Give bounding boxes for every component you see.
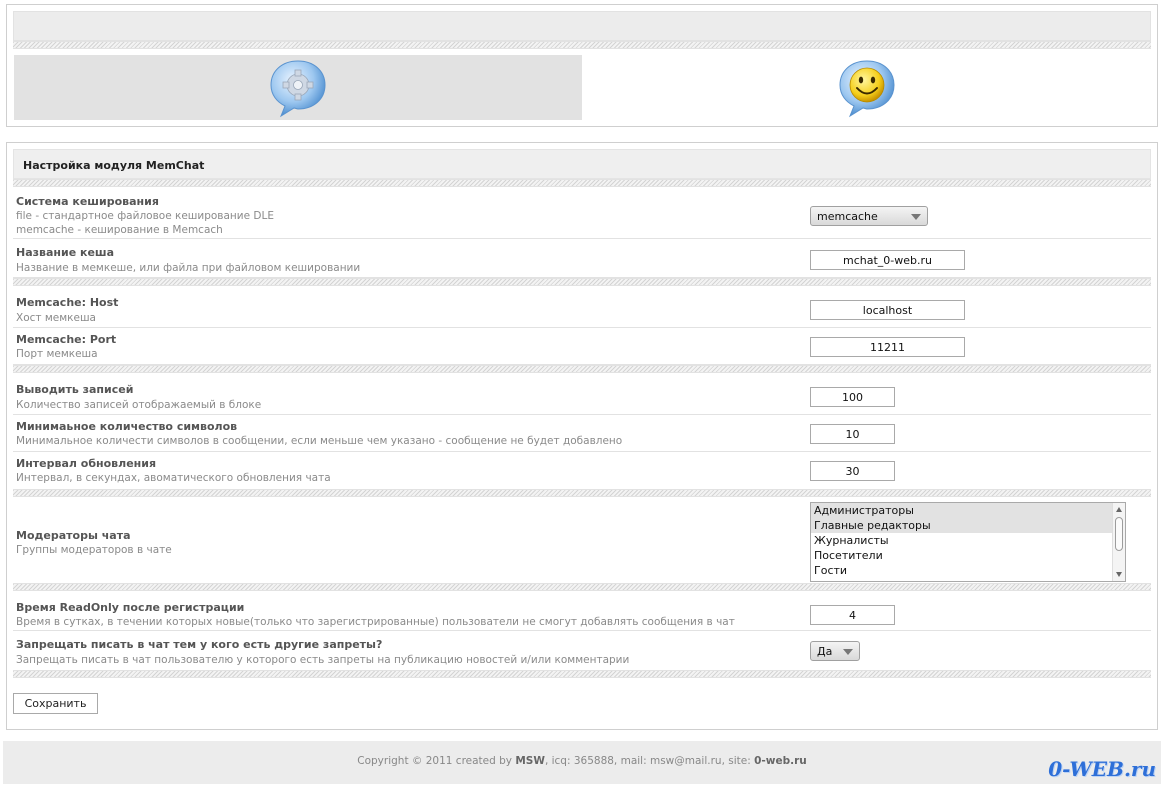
setting-description: file - стандартное файловое кеширование … [16, 210, 274, 222]
setting-description: Группы модераторов в чате [16, 544, 172, 556]
setting-description: Минимальное количести символов в сообщен… [16, 435, 623, 447]
setting-label: Минимаьное количество символов [16, 420, 238, 433]
nav-chat-tab[interactable] [582, 55, 1151, 120]
moderator-option[interactable]: Администраторы [811, 503, 1112, 518]
settings-panel: Настройка модуля MemChat Система кеширов… [6, 142, 1158, 730]
setting-label: Модераторы чата [16, 529, 131, 542]
top-divider [13, 41, 1151, 49]
chevron-down-icon [911, 214, 921, 220]
memcache-host-input[interactable] [810, 300, 965, 320]
footer-author: MSW [515, 755, 545, 767]
panel-title: Настройка модуля MemChat [13, 149, 1151, 179]
moderators-multiselect[interactable]: Администраторы Главные редакторы Журнали… [810, 502, 1126, 582]
setting-row-min-chars: Минимаьное количество символов Минимальн… [13, 416, 1151, 452]
brand-logo: 0-WEB.ru [1048, 757, 1156, 781]
readonly-days-input[interactable] [810, 605, 895, 625]
setting-description: Порт мемкеша [16, 348, 98, 360]
setting-row-moderators: Модераторы чата Группы модераторов в чат… [13, 499, 1151, 583]
setting-label: Название кеша [16, 246, 115, 259]
top-header-bar [13, 11, 1151, 41]
scroll-thumb[interactable] [1115, 517, 1123, 551]
setting-row-cache-system: Система кеширования file - стандартное ф… [13, 189, 1151, 239]
footer-site-link[interactable]: 0-web.ru [754, 755, 807, 767]
refresh-interval-input[interactable] [810, 461, 895, 481]
listbox-scrollbar[interactable] [1112, 503, 1125, 581]
section-divider [13, 583, 1151, 591]
setting-description: Количество записей отображаемый в блоке [16, 399, 262, 411]
records-input[interactable] [810, 387, 895, 407]
save-button[interactable]: Сохранить [13, 693, 98, 714]
nav-settings-tab[interactable] [14, 55, 582, 120]
setting-row-cache-name: Название кеша Название в мемкеше, или фа… [13, 240, 1151, 278]
setting-row-memcache-port: Memcache: Port Порт мемкеша [13, 329, 1151, 365]
setting-description: Название в мемкеше, или файла при файлов… [16, 262, 361, 274]
chevron-down-icon [843, 649, 853, 655]
moderator-option[interactable]: Посетители [811, 548, 1112, 563]
setting-label: Система кеширования [16, 195, 159, 208]
setting-row-ban-other: Запрещать писать в чат тем у кого есть д… [13, 632, 1151, 670]
footer-copyright: Copyright © 2011 created by [357, 755, 516, 767]
moderator-option[interactable]: Журналисты [811, 533, 1112, 548]
select-value: Да [817, 645, 833, 658]
setting-description: Запрещать писать в чат пользователю у ко… [16, 654, 630, 666]
setting-description: memcache - кеширование в Memcach [16, 224, 223, 236]
section-divider [13, 179, 1151, 187]
section-divider [13, 489, 1151, 497]
setting-label: Выводить записей [16, 383, 134, 396]
footer-contacts: , icq: 365888, mail: msw@mail.ru, site: [544, 755, 755, 767]
section-divider [13, 278, 1151, 286]
ban-other-select[interactable]: Да [810, 641, 860, 661]
setting-label: Memcache: Port [16, 333, 117, 346]
setting-label: Интервал обновления [16, 457, 157, 470]
setting-row-readonly: Время ReadOnly после регистрации Время в… [13, 593, 1151, 631]
smiley-bubble-icon[interactable] [836, 57, 898, 119]
setting-label: Время ReadOnly после регистрации [16, 601, 245, 614]
scroll-up-icon[interactable] [1116, 507, 1122, 512]
scroll-down-icon[interactable] [1116, 572, 1122, 577]
setting-row-records: Выводить записей Количество записей отоб… [13, 375, 1151, 415]
setting-label: Memcache: Host [16, 296, 119, 309]
footer: Copyright © 2011 created by MSW, icq: 36… [3, 741, 1161, 784]
setting-description: Время в сутках, в течении которых новые(… [16, 616, 735, 628]
moderator-option[interactable]: Главные редакторы [811, 518, 1112, 533]
min-chars-input[interactable] [810, 424, 895, 444]
setting-label: Запрещать писать в чат тем у кого есть д… [16, 638, 383, 651]
setting-description: Интервал, в секундах, авоматического обн… [16, 472, 331, 484]
section-divider [13, 365, 1151, 373]
cache-name-input[interactable] [810, 250, 965, 270]
setting-row-refresh-interval: Интервал обновления Интервал, в секундах… [13, 453, 1151, 489]
setting-description: Хост мемкеша [16, 312, 96, 324]
settings-bubble-icon[interactable] [267, 57, 329, 119]
cache-system-select[interactable]: memcache [810, 206, 928, 226]
moderator-option[interactable]: Гости [811, 563, 1112, 578]
section-divider [13, 670, 1151, 678]
select-value: memcache [817, 210, 878, 223]
memcache-port-input[interactable] [810, 337, 965, 357]
setting-row-memcache-host: Memcache: Host Хост мемкеша [13, 288, 1151, 328]
top-nav-panel [6, 4, 1158, 127]
